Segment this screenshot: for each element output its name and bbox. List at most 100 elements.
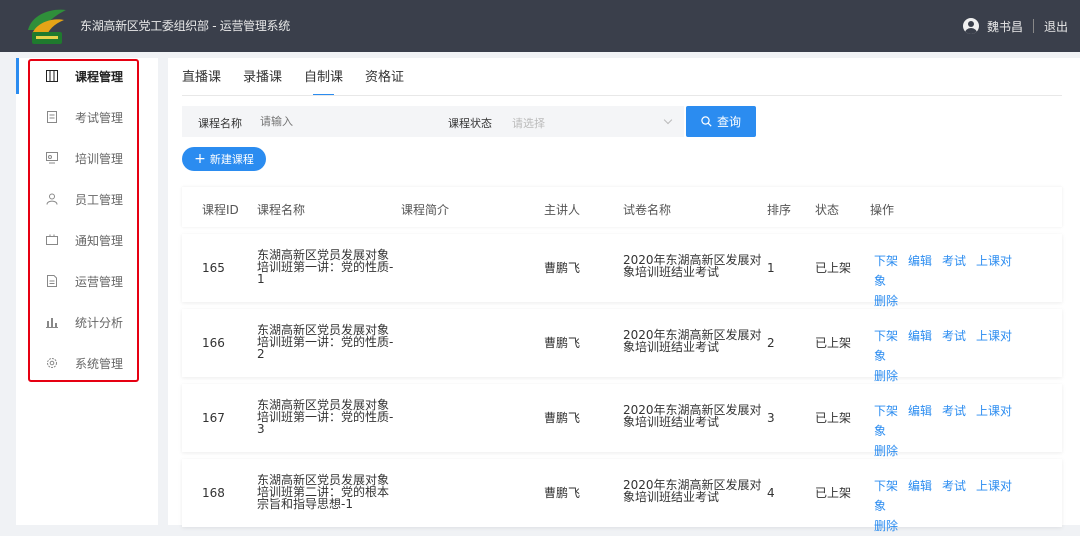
search-icon <box>701 116 712 127</box>
user-name[interactable]: 魏书昌 <box>987 18 1023 35</box>
edit-link[interactable]: 编辑 <box>908 479 932 493</box>
logout-link[interactable]: 退出 <box>1044 18 1068 35</box>
cell-paper: 2020年东湖高新区发展对 象培训班结业考试 <box>623 254 763 278</box>
cell-speaker: 曹鹏飞 <box>544 261 581 275</box>
table-row: 166 东湖高新区党员发展对象 培训班第一讲：党的性质- 2 曹鹏飞 2020年东湖高新区… <box>182 309 1062 383</box>
th-actions: 操作 <box>870 203 895 217</box>
divider <box>1032 19 1034 33</box>
cell-name-line: 3 <box>257 422 265 436</box>
course-name-label: 课程名称 <box>198 117 242 130</box>
sidebar-item-label: 运营管理 <box>75 274 124 289</box>
unpublish-link[interactable]: 下架 <box>874 479 898 493</box>
exam-link[interactable]: 考试 <box>942 329 966 343</box>
unpublish-link[interactable]: 下架 <box>874 404 898 418</box>
table-header: 课程ID 课程名称 课程简介 主讲人 试卷名称 排序 状态 操作 <box>182 187 1062 227</box>
table-row: 167 东湖高新区党员发展对象 培训班第一讲：党的性质- 3 曹鹏飞 2020年东湖高新区… <box>182 384 1062 458</box>
th-intro: 课程简介 <box>401 203 450 217</box>
exam-link[interactable]: 考试 <box>942 479 966 493</box>
tab-certificate[interactable]: 资格证 <box>365 66 404 96</box>
app-title: 东湖高新区党工委组织部 - 运营管理系统 <box>80 19 290 33</box>
chevron-down-icon[interactable] <box>663 115 673 125</box>
cell-id: 166 <box>202 336 225 350</box>
exam-link[interactable]: 考试 <box>942 254 966 268</box>
file-icon <box>47 275 57 287</box>
sidebar-item-operation[interactable]: 运营管理 <box>16 263 158 299</box>
row-actions: 下架 编辑 考试 上课对象 删除 <box>874 401 1034 461</box>
avatar-icon[interactable] <box>962 18 979 34</box>
course-name-input[interactable] <box>260 115 420 128</box>
user-icon <box>46 193 58 205</box>
cell-paper-line: 象培训班结业考试 <box>623 415 720 429</box>
th-order: 排序 <box>767 203 792 217</box>
tab-live[interactable]: 直播课 <box>182 66 221 96</box>
sidebar-item-statistics[interactable]: 统计分析 <box>16 304 158 340</box>
sidebar-item-label: 员工管理 <box>75 192 124 207</box>
cell-order: 2 <box>767 336 775 350</box>
sidebar-item-system[interactable]: 系统管理 <box>16 345 158 381</box>
sidebar-item-exam[interactable]: 考试管理 <box>16 99 158 135</box>
cell-id: 168 <box>202 486 225 500</box>
sidebar-item-course[interactable]: 课程管理 <box>16 58 158 94</box>
cell-paper: 2020年东湖高新区发展对 象培训班结业考试 <box>623 479 763 503</box>
cell-id: 167 <box>202 411 225 425</box>
cell-name-line: 1 <box>257 272 265 286</box>
edit-link[interactable]: 编辑 <box>908 404 932 418</box>
cell-name-line: 宗旨和指导思想-1 <box>257 497 353 511</box>
cell-name-line: 培训班第一讲：党的性质- <box>257 260 394 274</box>
cell-order: 4 <box>767 486 775 500</box>
tab-self-made[interactable]: 自制课 <box>304 66 343 96</box>
sidebar-item-label: 系统管理 <box>75 356 124 371</box>
course-status-label: 课程状态 <box>448 117 492 130</box>
unpublish-link[interactable]: 下架 <box>874 329 898 343</box>
delete-link[interactable]: 删除 <box>874 519 898 533</box>
cell-status: 已上架 <box>815 411 852 425</box>
edit-link[interactable]: 编辑 <box>908 254 932 268</box>
th-name: 课程名称 <box>257 203 306 217</box>
gear-icon <box>47 358 57 368</box>
tab-divider <box>182 95 1062 96</box>
cell-paper-line: 象培训班结业考试 <box>623 340 720 354</box>
row-actions: 下架 编辑 考试 上课对象 删除 <box>874 326 1034 386</box>
sidebar-item-training[interactable]: 培训管理 <box>16 140 158 176</box>
unpublish-link[interactable]: 下架 <box>874 254 898 268</box>
delete-link[interactable]: 删除 <box>874 294 898 308</box>
cell-name: 东湖高新区党员发展对象 培训班第一讲：党的性质- 1 <box>257 249 397 285</box>
delete-link[interactable]: 删除 <box>874 444 898 458</box>
cell-name: 东湖高新区党员发展对象 培训班第一讲：党的性质- 2 <box>257 324 397 360</box>
query-button[interactable]: 查询 <box>686 106 756 137</box>
th-speaker: 主讲人 <box>544 203 581 217</box>
filter-bar: 课程名称 课程状态 请选择 <box>182 106 684 137</box>
cell-status: 已上架 <box>815 486 852 500</box>
cell-id: 165 <box>202 261 225 275</box>
cell-name-line: 培训班第一讲：党的性质- <box>257 335 394 349</box>
bar-chart-icon <box>46 318 58 328</box>
sidebar-item-staff[interactable]: 员工管理 <box>16 181 158 217</box>
tab-bar: 直播课 录播课 自制课 资格证 <box>182 66 426 96</box>
cell-paper-line: 象培训班结业考试 <box>623 490 720 504</box>
training-icon <box>46 152 58 164</box>
table-row: 168 东湖高新区党员发展对象 培训班第二讲：党的根本 宗旨和指导思想-1 曹鹏飞 202… <box>182 459 1062 533</box>
cell-name-line: 培训班第一讲：党的性质- <box>257 410 394 424</box>
sidebar-item-label: 课程管理 <box>75 69 124 84</box>
delete-link[interactable]: 删除 <box>874 369 898 383</box>
cell-status: 已上架 <box>815 336 852 350</box>
edit-link[interactable]: 编辑 <box>908 329 932 343</box>
exam-link[interactable]: 考试 <box>942 404 966 418</box>
row-actions: 下架 编辑 考试 上课对象 删除 <box>874 251 1034 311</box>
cell-name: 东湖高新区党员发展对象 培训班第二讲：党的根本 宗旨和指导思想-1 <box>257 474 397 510</box>
new-course-button[interactable]: + 新建课程 <box>182 147 266 171</box>
th-paper: 试卷名称 <box>623 203 672 217</box>
book-icon <box>46 70 58 82</box>
sidebar-item-label: 考试管理 <box>75 110 124 125</box>
query-button-label: 查询 <box>716 115 741 129</box>
cell-paper-line: 象培训班结业考试 <box>623 265 720 279</box>
plus-icon: + <box>194 151 206 167</box>
course-status-select[interactable]: 请选择 <box>512 115 545 131</box>
tab-recorded[interactable]: 录播课 <box>243 66 282 96</box>
cell-order: 3 <box>767 411 775 425</box>
sidebar-item-label: 统计分析 <box>75 315 124 330</box>
cell-paper: 2020年东湖高新区发展对 象培训班结业考试 <box>623 404 763 428</box>
table-row: 165 东湖高新区党员发展对象 培训班第一讲：党的性质- 1 曹鹏飞 2020年东湖高新区… <box>182 234 1062 308</box>
cell-status: 已上架 <box>815 261 852 275</box>
sidebar-item-notice[interactable]: 通知管理 <box>16 222 158 258</box>
